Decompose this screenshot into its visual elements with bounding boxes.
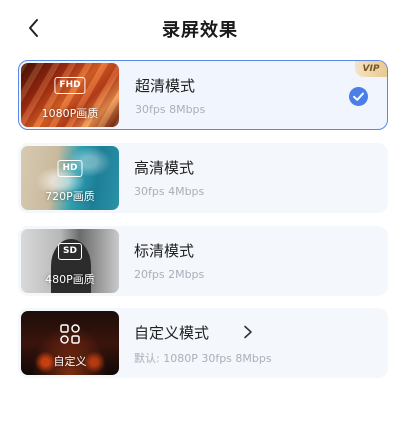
thumbnail-sd: SD 480P画质 [21, 229, 119, 293]
quality-caption: 720P画质 [45, 190, 95, 203]
mode-name: 自定义模式 [134, 324, 210, 342]
mode-spec: 30fps 4Mbps [134, 185, 205, 198]
mode-spec: 30fps 8Mbps [135, 103, 206, 116]
check-icon [349, 87, 368, 106]
mode-name: 标清模式 [134, 242, 195, 260]
mode-spec: 默认: 1080P 30fps 8Mbps [134, 352, 272, 365]
mode-card-sd[interactable]: SD 480P画质 标清模式 20fps 2Mbps [18, 226, 388, 296]
thumbnail-hd: HD 720P画质 [21, 146, 119, 210]
mode-name: 超清模式 [135, 77, 196, 95]
quality-caption: 1080P画质 [41, 107, 99, 120]
chevron-right-icon [244, 325, 252, 339]
quality-badge: HD [57, 160, 83, 177]
mode-card-hd[interactable]: HD 720P画质 高清模式 30fps 4Mbps [18, 143, 388, 213]
page-title: 录屏效果 [162, 20, 238, 41]
mode-card-fhd[interactable]: FHD 1080P画质 超清模式 30fps 8Mbps VIP [18, 60, 388, 130]
mode-name: 高清模式 [134, 159, 195, 177]
thumbnail-custom: 自定义 [21, 311, 119, 375]
vip-badge: VIP [355, 61, 387, 77]
grid-icon [60, 324, 80, 344]
quality-badge: SD [58, 243, 82, 260]
header: 录屏效果 [0, 0, 400, 56]
mode-spec: 20fps 2Mbps [134, 268, 205, 281]
quality-caption: 480P画质 [45, 273, 95, 286]
thumbnail-fhd: FHD 1080P画质 [21, 63, 119, 127]
quality-caption: 自定义 [53, 355, 87, 368]
quality-badge: FHD [54, 77, 86, 94]
mode-card-custom[interactable]: 自定义 自定义模式 默认: 1080P 30fps 8Mbps [18, 308, 388, 378]
